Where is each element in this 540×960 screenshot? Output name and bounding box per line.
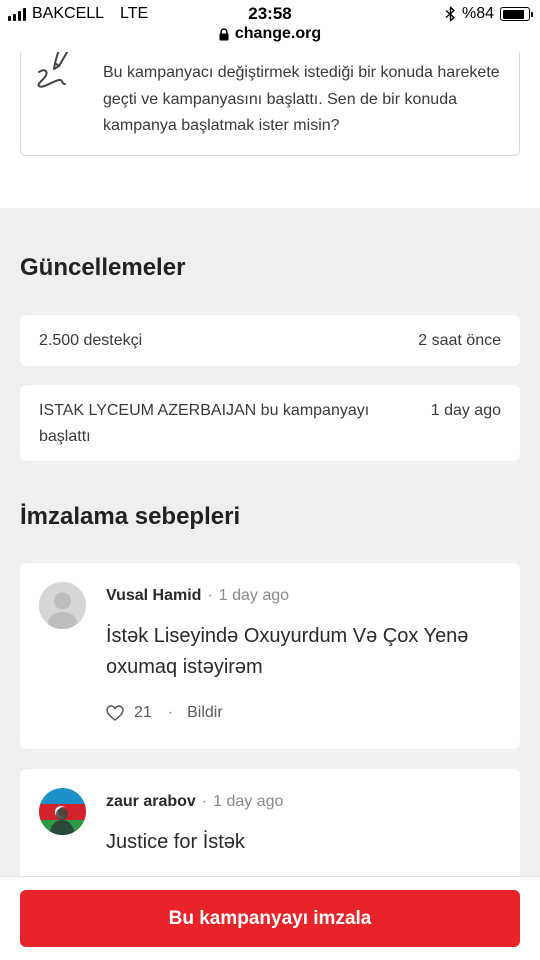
sign-bar: Bu kampanyayı imzala: [0, 876, 540, 960]
battery-icon: [500, 7, 533, 21]
status-bar: BAKCELL LTE 23:58 change.org %84: [0, 0, 540, 52]
meta-separator: ·: [167, 704, 174, 721]
reason-card: zaur arabov · 1 day ago Justice for İstə…: [20, 769, 520, 889]
address-url: change.org: [234, 25, 322, 42]
meta-separator: ·: [207, 587, 213, 604]
campaign-started-line1: ISTAK LYCEUM AZERBAIJAN bu kampanyayı: [39, 402, 370, 419]
update-time: 2 saat önce: [418, 332, 501, 349]
battery-percent: %84: [461, 5, 494, 22]
update-item: ISTAK LYCEUM AZERBAIJAN bu kampanyayı ba…: [20, 385, 520, 461]
reasons-heading: İmzalama sebepleri: [20, 503, 241, 530]
sign-petition-button[interactable]: Bu kampanyayı imzala: [20, 890, 520, 947]
heart-icon[interactable]: [106, 705, 124, 721]
status-right: %84: [445, 4, 533, 24]
start-campaign-prompt: Bu kampanyacı değiştirmek istediği bir k…: [103, 64, 500, 134]
campaign-started-line2: başlattı: [39, 428, 91, 445]
starter-promo-section: Bu kampanyacı değiştirmek istediği bir k…: [0, 42, 540, 208]
reason-author[interactable]: zaur arabov: [106, 793, 196, 811]
battery-fill: [502, 9, 524, 19]
start-campaign-card[interactable]: Bu kampanyacı değiştirmek istediği bir k…: [20, 42, 520, 156]
campaign-details-area: Güncellemeler 2.500 destekçi 2 saat önce…: [0, 208, 540, 960]
supporters-count: 2.500 destekçi: [39, 332, 143, 349]
reason-text: İstək Liseyində Oxuyurdum Və Çox Yenə ox…: [106, 625, 469, 678]
reason-header: zaur arabov · 1 day ago: [106, 793, 283, 811]
address-bar[interactable]: change.org: [0, 25, 540, 43]
reason-header: Vusal Hamid · 1 day ago: [106, 587, 289, 605]
reason-card: Vusal Hamid · 1 day ago İstək Liseyində …: [20, 563, 520, 749]
updates-heading: Güncellemeler: [20, 254, 186, 281]
like-count: 21: [134, 704, 152, 721]
lock-icon: [219, 27, 229, 40]
reason-author[interactable]: Vusal Hamid: [106, 587, 201, 605]
default-avatar-icon: [39, 582, 86, 629]
bluetooth-icon: [445, 6, 455, 22]
reason-time: 1 day ago: [213, 793, 284, 810]
campaign-started-text: ISTAK LYCEUM AZERBAIJAN bu kampanyayı ba…: [39, 398, 409, 450]
report-link[interactable]: Bildir: [187, 704, 223, 722]
reason-actions: 21 · Bildir: [106, 704, 223, 722]
user-photo-avatar: [39, 788, 86, 835]
reason-time: 1 day ago: [218, 587, 290, 604]
meta-separator: ·: [201, 793, 208, 810]
reason-text: Justice for İstək: [106, 831, 245, 853]
update-time: 1 day ago: [430, 402, 501, 419]
update-item: 2.500 destekçi 2 saat önce: [20, 315, 520, 366]
